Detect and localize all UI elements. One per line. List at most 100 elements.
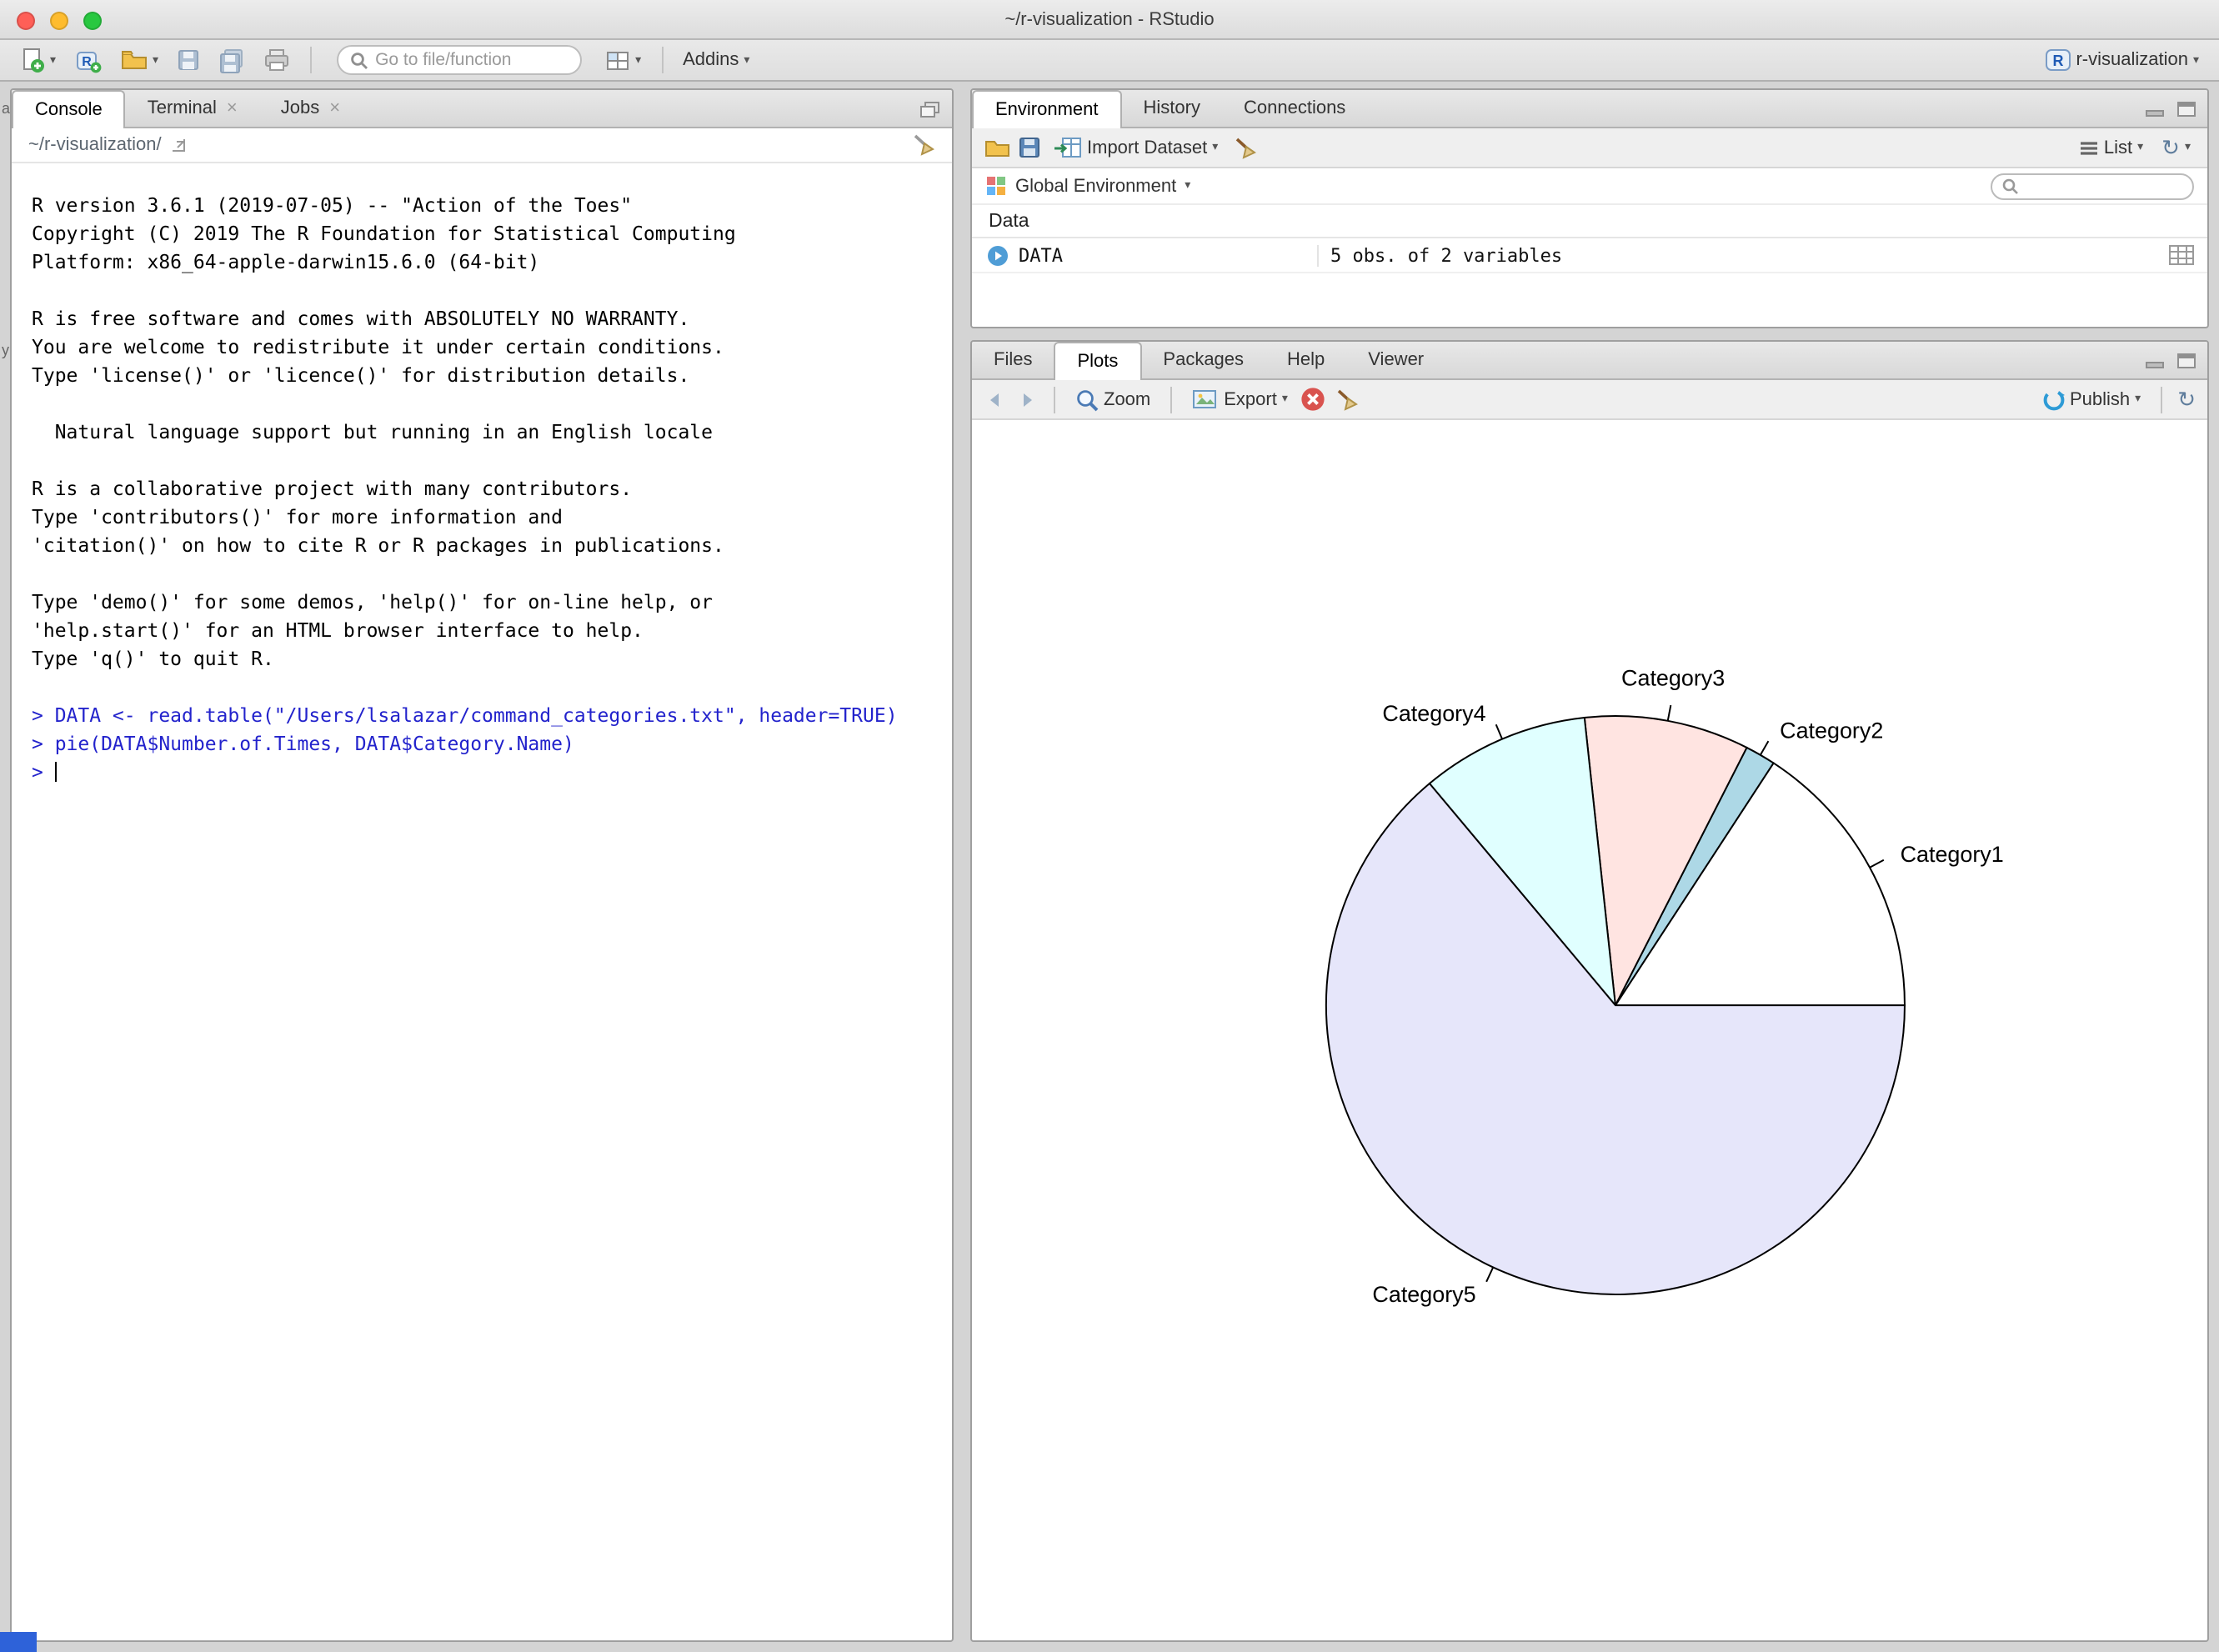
clear-all-plots-broom-icon[interactable] bbox=[1335, 388, 1360, 411]
tab-packages[interactable]: Packages bbox=[1141, 342, 1265, 378]
console-output-line: Type 'license()' or 'licence()' for dist… bbox=[32, 362, 932, 390]
console-output[interactable]: R version 3.6.1 (2019-07-05) -- "Action … bbox=[12, 163, 952, 803]
window-title: ~/r-visualization - RStudio bbox=[1004, 9, 1214, 29]
print-button[interactable] bbox=[258, 45, 295, 75]
console-output-line bbox=[32, 447, 932, 475]
zoom-plot-button[interactable]: Zoom bbox=[1070, 384, 1155, 414]
traffic-lights bbox=[17, 12, 102, 30]
console-output-line: R is free software and comes with ABSOLU… bbox=[32, 305, 932, 333]
global-environment-label[interactable]: Global Environment bbox=[1015, 176, 1176, 196]
tab-plots[interactable]: Plots bbox=[1054, 342, 1141, 380]
tab-terminal[interactable]: Terminal × bbox=[126, 90, 259, 127]
tab-help[interactable]: Help bbox=[1265, 342, 1346, 378]
pie-label-Category5: Category5 bbox=[1372, 1282, 1475, 1307]
svg-text:R: R bbox=[81, 54, 91, 68]
save-button[interactable] bbox=[172, 45, 205, 75]
list-icon bbox=[2079, 139, 2099, 156]
close-window-button[interactable] bbox=[17, 12, 35, 30]
console-command-line: > pie(DATA$Number.of.Times, DATA$Categor… bbox=[32, 730, 932, 758]
close-tab-icon[interactable]: × bbox=[227, 98, 238, 118]
import-dataset-button[interactable]: Import Dataset ▾ bbox=[1049, 133, 1223, 162]
pie-label-Category2: Category2 bbox=[1780, 718, 1883, 743]
clear-environment-broom-icon[interactable] bbox=[1231, 136, 1256, 159]
save-all-icon bbox=[218, 48, 245, 73]
goto-file-input[interactable] bbox=[375, 50, 569, 70]
load-workspace-folder-icon[interactable] bbox=[984, 137, 1010, 158]
import-dataset-icon bbox=[1054, 137, 1082, 158]
console-output-line: Type 'demo()' for some demos, 'help()' f… bbox=[32, 588, 932, 617]
export-image-icon bbox=[1192, 388, 1219, 410]
tab-jobs[interactable]: Jobs × bbox=[259, 90, 362, 127]
minimize-pane-icon[interactable] bbox=[2146, 102, 2164, 117]
console-output-line bbox=[32, 390, 932, 418]
environment-search[interactable] bbox=[1991, 173, 2194, 199]
plots-toolbar: Zoom Export ▾ Publish bbox=[972, 380, 2207, 420]
maximize-pane-icon[interactable] bbox=[2177, 353, 2196, 368]
tab-environment[interactable]: Environment bbox=[972, 90, 1122, 128]
tab-label: Files bbox=[994, 350, 1032, 370]
new-file-button[interactable]: ▾ bbox=[15, 43, 61, 77]
pie-label-leader-line bbox=[1496, 724, 1502, 739]
next-plot-arrow-icon[interactable] bbox=[1015, 389, 1039, 409]
chevron-down-icon: ▾ bbox=[2137, 142, 2143, 153]
tab-viewer[interactable]: Viewer bbox=[1346, 342, 1445, 378]
export-label: Export bbox=[1224, 389, 1277, 409]
goto-file-search[interactable] bbox=[337, 45, 582, 75]
console-output-line: 'help.start()' for an HTML browser inter… bbox=[32, 617, 932, 645]
pie-label-Category3: Category3 bbox=[1621, 666, 1725, 691]
minimize-window-button[interactable] bbox=[50, 12, 68, 30]
console-command-line: > DATA <- read.table("/Users/lsalazar/co… bbox=[32, 702, 932, 730]
environment-tabstrip: Environment History Connections bbox=[972, 90, 2207, 128]
chevron-down-icon[interactable]: ▾ bbox=[1185, 180, 1190, 192]
remove-plot-icon[interactable] bbox=[1301, 387, 1326, 412]
new-file-icon bbox=[20, 47, 45, 73]
previous-plot-arrow-icon[interactable] bbox=[984, 389, 1007, 409]
new-project-button[interactable]: R bbox=[69, 44, 106, 76]
environment-object-row[interactable]: DATA 5 obs. of 2 variables bbox=[972, 238, 2207, 273]
maximize-pane-icon[interactable] bbox=[2177, 102, 2196, 117]
tab-connections[interactable]: Connections bbox=[1222, 90, 1367, 127]
minimize-pane-icon[interactable] bbox=[2146, 353, 2164, 368]
pie-label-leader-line bbox=[1486, 1268, 1493, 1282]
list-view-button[interactable]: List ▾ bbox=[2074, 134, 2148, 161]
tab-history[interactable]: History bbox=[1122, 90, 1222, 127]
addins-button[interactable]: Addins ▾ bbox=[678, 47, 754, 73]
tab-files[interactable]: Files bbox=[972, 342, 1054, 378]
refresh-icon: ↻ bbox=[2161, 134, 2180, 161]
environment-search-input[interactable] bbox=[2026, 177, 2182, 195]
refresh-plot-icon[interactable]: ↻ bbox=[2177, 386, 2196, 413]
tab-label: History bbox=[1144, 98, 1200, 118]
chevron-down-icon: ▾ bbox=[744, 54, 749, 66]
view-data-grid-icon[interactable] bbox=[2169, 245, 2194, 265]
goto-icon bbox=[350, 51, 368, 69]
console-output-line: Platform: x86_64-apple-darwin15.6.0 (64-… bbox=[32, 248, 932, 277]
chevron-down-icon: ▾ bbox=[635, 54, 641, 66]
popout-arrow-icon[interactable] bbox=[170, 137, 188, 153]
zoom-magnifier-icon bbox=[1075, 388, 1099, 411]
import-dataset-label: Import Dataset bbox=[1087, 138, 1207, 158]
close-tab-icon[interactable]: × bbox=[329, 98, 340, 118]
global-environment-cube-icon bbox=[985, 175, 1007, 197]
plot-display-area: Category1Category2Category3Category4Cate… bbox=[974, 420, 2206, 1639]
save-workspace-icon[interactable] bbox=[1019, 137, 1040, 158]
pie-label-Category4: Category4 bbox=[1382, 701, 1485, 726]
console-output-line: Copyright (C) 2019 The R Foundation for … bbox=[32, 220, 932, 248]
save-all-button[interactable] bbox=[213, 44, 250, 76]
pie-label-leader-line bbox=[1761, 741, 1769, 755]
refresh-environment-button[interactable]: ↻ ▾ bbox=[2156, 131, 2196, 164]
maximize-pane-icon[interactable] bbox=[920, 101, 940, 118]
export-plot-button[interactable]: Export ▾ bbox=[1187, 385, 1293, 413]
chevron-down-icon: ▾ bbox=[1212, 142, 1218, 153]
titlebar: ~/r-visualization - RStudio bbox=[0, 0, 2219, 40]
tab-label: Jobs bbox=[281, 98, 320, 118]
pane-layout-button[interactable]: ▾ bbox=[600, 46, 646, 74]
rstudio-window: ~/r-visualization - RStudio ▾ R ▾ bbox=[0, 0, 2219, 1652]
addins-label: Addins bbox=[683, 50, 739, 70]
expand-object-icon[interactable] bbox=[987, 244, 1009, 266]
zoom-window-button[interactable] bbox=[83, 12, 102, 30]
open-file-button[interactable]: ▾ bbox=[114, 45, 163, 75]
project-menu-button[interactable]: R r-visualization ▾ bbox=[2041, 45, 2204, 75]
clear-console-broom-icon[interactable] bbox=[910, 133, 935, 157]
publish-button[interactable]: Publish ▾ bbox=[2036, 384, 2146, 414]
tab-console[interactable]: Console bbox=[12, 90, 126, 128]
